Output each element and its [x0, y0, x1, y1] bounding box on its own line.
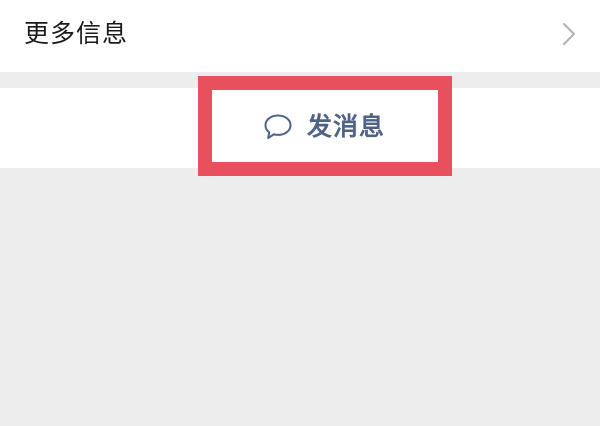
- chevron-right-icon: [563, 23, 575, 45]
- more-info-label: 更多信息: [24, 19, 129, 48]
- more-info-row[interactable]: 更多信息: [0, 0, 600, 72]
- send-message-label: 发消息: [306, 112, 385, 141]
- send-message-button[interactable]: 发消息: [226, 96, 422, 158]
- chat-bubble-icon: [264, 114, 292, 139]
